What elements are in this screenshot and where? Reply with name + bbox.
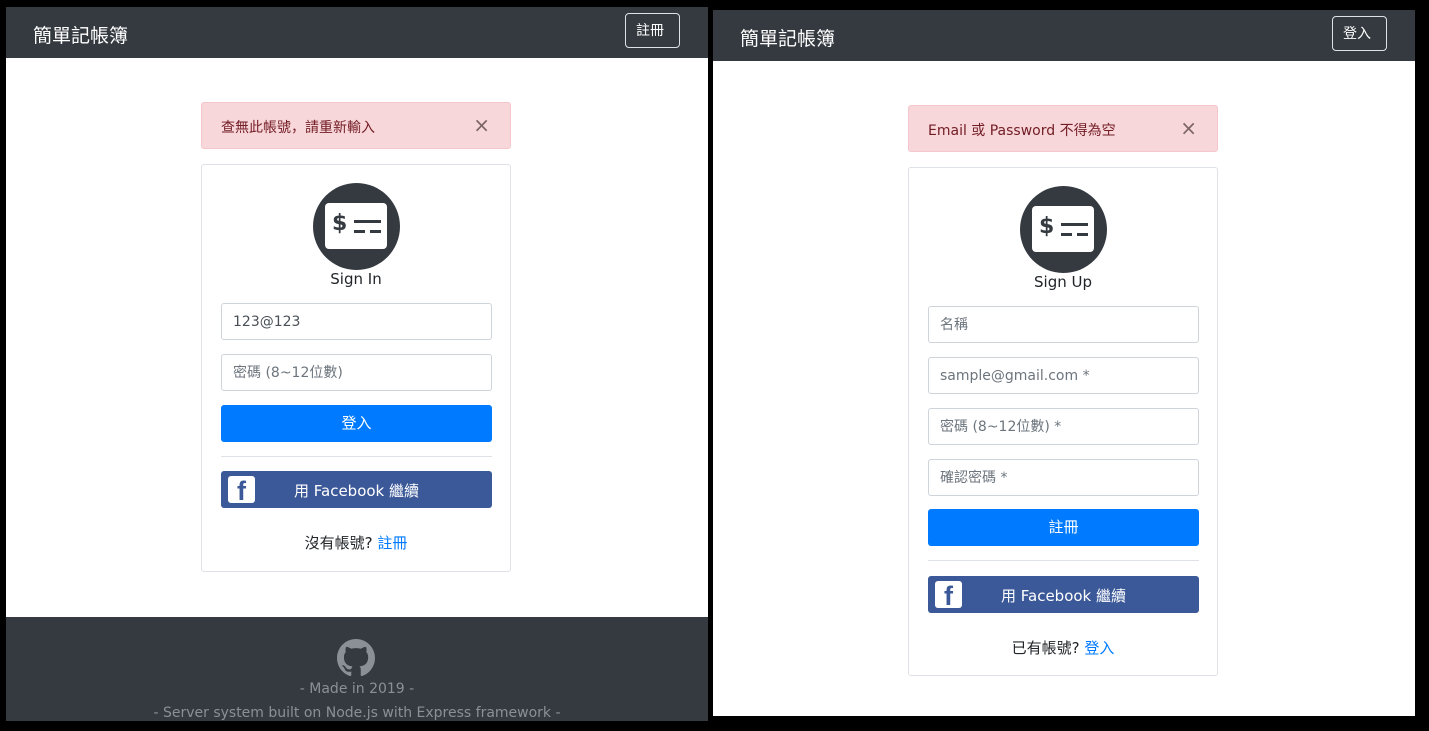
login-prompt: 已有帳號? 登入 — [909, 637, 1217, 658]
brand-title[interactable]: 簡單記帳簿 — [740, 24, 835, 51]
email-input[interactable] — [221, 303, 492, 340]
footer-made-in: - Made in 2019 - — [299, 681, 415, 697]
error-alert: Email 或 Password 不得為空 × — [908, 105, 1218, 152]
card-title: Sign Up — [1034, 273, 1092, 291]
dollar-receipt-icon: $ — [313, 183, 400, 270]
facebook-label: 用 Facebook 繼續 — [293, 482, 420, 500]
close-icon[interactable]: × — [473, 113, 490, 137]
divider — [221, 456, 492, 457]
password-input[interactable] — [928, 408, 1199, 445]
dollar-receipt-icon: $ — [1020, 186, 1107, 273]
navbar: 簡單記帳簿 註冊 — [6, 7, 708, 58]
name-input[interactable] — [928, 306, 1199, 343]
error-alert: 查無此帳號，請重新輸入 × — [201, 102, 511, 149]
email-input[interactable] — [928, 357, 1199, 394]
brand-title[interactable]: 簡單記帳簿 — [33, 21, 128, 48]
card-title: Sign In — [330, 270, 382, 288]
login-link[interactable]: 登入 — [1084, 639, 1114, 657]
password-input[interactable] — [221, 354, 492, 391]
signup-button[interactable]: 註冊 — [928, 509, 1199, 546]
footer-server-info: - Server system built on Node.js with Ex… — [153, 705, 561, 721]
signin-window: 簡單記帳簿 註冊 查無此帳號，請重新輸入 × $ Sign In 登入 f 用 … — [6, 7, 708, 721]
navbar: 簡單記帳簿 登入 — [713, 10, 1415, 61]
register-prompt: 沒有帳號? 註冊 — [202, 532, 510, 553]
alert-message: Email 或 Password 不得為空 — [928, 123, 1116, 139]
signup-card: $ Sign Up 註冊 f 用 Facebook 繼續 已有帳號? 登入 — [908, 167, 1218, 676]
prompt-text: 已有帳號? — [1011, 639, 1080, 657]
divider — [928, 560, 1199, 561]
facebook-login-button[interactable]: f 用 Facebook 繼續 — [928, 576, 1199, 613]
footer: - Made in 2019 - - Server system built o… — [6, 617, 708, 721]
close-icon[interactable]: × — [1180, 116, 1197, 140]
register-link[interactable]: 註冊 — [377, 534, 407, 552]
confirm-password-input[interactable] — [928, 459, 1199, 496]
facebook-label: 用 Facebook 繼續 — [1000, 587, 1127, 605]
login-nav-button[interactable]: 登入 — [1332, 16, 1387, 51]
register-nav-button[interactable]: 註冊 — [625, 13, 680, 48]
facebook-login-button[interactable]: f 用 Facebook 繼續 — [221, 471, 492, 508]
signin-button[interactable]: 登入 — [221, 405, 492, 442]
signup-window: 簡單記帳簿 登入 Email 或 Password 不得為空 × $ Sign … — [713, 10, 1415, 716]
alert-message: 查無此帳號，請重新輸入 — [221, 120, 375, 136]
github-icon[interactable] — [337, 639, 375, 677]
prompt-text: 沒有帳號? — [304, 534, 373, 552]
signin-card: $ Sign In 登入 f 用 Facebook 繼續 沒有帳號? 註冊 — [201, 164, 511, 572]
